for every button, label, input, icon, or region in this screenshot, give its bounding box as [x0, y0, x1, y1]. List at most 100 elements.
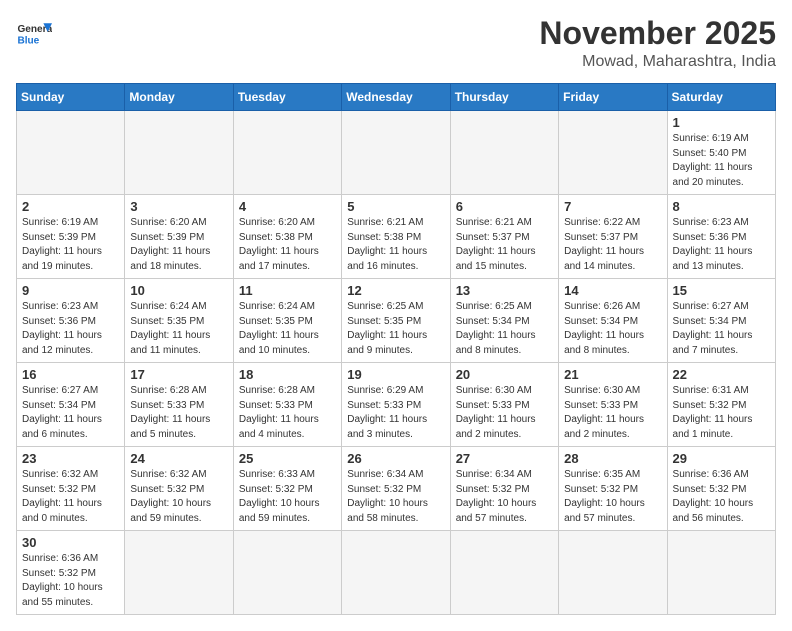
calendar-cell: 25 Sunrise: 6:33 AM Sunset: 5:32 PM Dayli…: [233, 447, 341, 531]
calendar-cell: 2Sunrise: 6:19 AM Sunset: 5:39 PM Daylig…: [17, 195, 125, 279]
calendar-cell: 26Sunrise: 6:34 AM Sunset: 5:32 PM Dayli…: [342, 447, 450, 531]
calendar-cell: [233, 531, 341, 615]
calendar-cell: [450, 111, 558, 195]
weekday-header-wednesday: Wednesday: [342, 84, 450, 111]
day-number: 22: [673, 367, 770, 382]
day-number: 10: [130, 283, 227, 298]
calendar-cell: 14Sunrise: 6:26 AM Sunset: 5:34 PM Dayli…: [559, 279, 667, 363]
day-number: 3: [130, 199, 227, 214]
day-info: Sunrise: 6:34 AM Sunset: 5:32 PM Dayligh…: [347, 468, 444, 526]
calendar-cell: 16 Sunrise: 6:27 AM Sunset: 5:34 PM Dayli…: [17, 363, 125, 447]
calendar-cell: 13Sunrise: 6:25 AM Sunset: 5:34 PM Dayli…: [450, 279, 558, 363]
day-info: Sunrise: 6:23 AM Sunset: 5:36 PM Dayligh…: [22, 300, 119, 358]
day-info: Sunrise: 6:30 AM Sunset: 5:33 PM Dayligh…: [564, 384, 661, 442]
day-number: 29: [673, 451, 770, 466]
calendar-cell: 7 Sunrise: 6:22 AM Sunset: 5:37 PM Daylig…: [559, 195, 667, 279]
day-number: 6: [456, 199, 553, 214]
header: General Blue November 2025 Mowad, Mahara…: [16, 16, 776, 71]
calendar-cell: 24 Sunrise: 6:32 AM Sunset: 5:32 PM Dayli…: [125, 447, 233, 531]
day-info: Sunrise: 6:26 AM Sunset: 5:34 PM Dayligh…: [564, 300, 661, 358]
calendar-cell: 8 Sunrise: 6:23 AM Sunset: 5:36 PM Daylig…: [667, 195, 775, 279]
calendar-cell: [342, 111, 450, 195]
calendar-cell: [125, 531, 233, 615]
day-info: Sunrise: 6:24 AM Sunset: 5:35 PM Dayligh…: [130, 300, 227, 358]
calendar-cell: [125, 111, 233, 195]
calendar-cell: 4Sunrise: 6:20 AM Sunset: 5:38 PM Daylig…: [233, 195, 341, 279]
day-number: 8: [673, 199, 770, 214]
calendar-table: SundayMondayTuesdayWednesdayThursdayFrid…: [16, 83, 776, 615]
calendar-cell: [342, 531, 450, 615]
weekday-header-row: SundayMondayTuesdayWednesdayThursdayFrid…: [17, 84, 776, 111]
calendar-cell: 23 Sunrise: 6:32 AM Sunset: 5:32 PM Dayli…: [17, 447, 125, 531]
day-info: Sunrise: 6:32 AM Sunset: 5:32 PM Dayligh…: [22, 468, 119, 526]
day-number: 4: [239, 199, 336, 214]
logo-icon: General Blue: [16, 16, 52, 52]
calendar-cell: 19Sunrise: 6:29 AM Sunset: 5:33 PM Dayli…: [342, 363, 450, 447]
weekday-header-monday: Monday: [125, 84, 233, 111]
day-info: Sunrise: 6:35 AM Sunset: 5:32 PM Dayligh…: [564, 468, 661, 526]
day-info: Sunrise: 6:34 AM Sunset: 5:32 PM Dayligh…: [456, 468, 553, 526]
calendar-cell: 11 Sunrise: 6:24 AM Sunset: 5:35 PM Dayli…: [233, 279, 341, 363]
calendar-cell: 18 Sunrise: 6:28 AM Sunset: 5:33 PM Dayli…: [233, 363, 341, 447]
day-number: 24: [130, 451, 227, 466]
day-info: Sunrise: 6:32 AM Sunset: 5:32 PM Dayligh…: [130, 468, 227, 526]
day-info: Sunrise: 6:19 AM Sunset: 5:40 PM Dayligh…: [673, 132, 770, 190]
day-info: Sunrise: 6:23 AM Sunset: 5:36 PM Dayligh…: [673, 216, 770, 274]
calendar-cell: 1 Sunrise: 6:19 AM Sunset: 5:40 PM Daylig…: [667, 111, 775, 195]
calendar-cell: 15 Sunrise: 6:27 AM Sunset: 5:34 PM Dayli…: [667, 279, 775, 363]
day-number: 11: [239, 283, 336, 298]
calendar-cell: [559, 531, 667, 615]
day-number: 30: [22, 535, 119, 550]
weekday-header-tuesday: Tuesday: [233, 84, 341, 111]
calendar-cell: 5Sunrise: 6:21 AM Sunset: 5:38 PM Daylig…: [342, 195, 450, 279]
week-row-2: 2Sunrise: 6:19 AM Sunset: 5:39 PM Daylig…: [17, 195, 776, 279]
calendar-cell: 9 Sunrise: 6:23 AM Sunset: 5:36 PM Daylig…: [17, 279, 125, 363]
weekday-header-friday: Friday: [559, 84, 667, 111]
day-number: 21: [564, 367, 661, 382]
day-info: Sunrise: 6:22 AM Sunset: 5:37 PM Dayligh…: [564, 216, 661, 274]
day-number: 19: [347, 367, 444, 382]
day-info: Sunrise: 6:20 AM Sunset: 5:39 PM Dayligh…: [130, 216, 227, 274]
day-number: 7: [564, 199, 661, 214]
calendar-cell: 10 Sunrise: 6:24 AM Sunset: 5:35 PM Dayli…: [125, 279, 233, 363]
day-info: Sunrise: 6:36 AM Sunset: 5:32 PM Dayligh…: [673, 468, 770, 526]
week-row-1: 1 Sunrise: 6:19 AM Sunset: 5:40 PM Daylig…: [17, 111, 776, 195]
day-number: 23: [22, 451, 119, 466]
calendar-cell: 12Sunrise: 6:25 AM Sunset: 5:35 PM Dayli…: [342, 279, 450, 363]
day-info: Sunrise: 6:27 AM Sunset: 5:34 PM Dayligh…: [673, 300, 770, 358]
calendar-cell: 20 Sunrise: 6:30 AM Sunset: 5:33 PM Dayli…: [450, 363, 558, 447]
day-info: Sunrise: 6:33 AM Sunset: 5:32 PM Dayligh…: [239, 468, 336, 526]
day-info: Sunrise: 6:21 AM Sunset: 5:38 PM Dayligh…: [347, 216, 444, 274]
day-info: Sunrise: 6:30 AM Sunset: 5:33 PM Dayligh…: [456, 384, 553, 442]
day-info: Sunrise: 6:28 AM Sunset: 5:33 PM Dayligh…: [130, 384, 227, 442]
calendar-cell: [450, 531, 558, 615]
calendar-cell: 30 Sunrise: 6:36 AM Sunset: 5:32 PM Dayli…: [17, 531, 125, 615]
weekday-header-sunday: Sunday: [17, 84, 125, 111]
calendar-cell: 28 Sunrise: 6:35 AM Sunset: 5:32 PM Dayli…: [559, 447, 667, 531]
calendar-cell: [559, 111, 667, 195]
day-number: 2: [22, 199, 119, 214]
day-number: 9: [22, 283, 119, 298]
day-info: Sunrise: 6:24 AM Sunset: 5:35 PM Dayligh…: [239, 300, 336, 358]
calendar-cell: 3 Sunrise: 6:20 AM Sunset: 5:39 PM Daylig…: [125, 195, 233, 279]
calendar-cell: [233, 111, 341, 195]
day-number: 18: [239, 367, 336, 382]
day-info: Sunrise: 6:36 AM Sunset: 5:32 PM Dayligh…: [22, 552, 119, 610]
day-number: 16: [22, 367, 119, 382]
calendar-cell: 27Sunrise: 6:34 AM Sunset: 5:32 PM Dayli…: [450, 447, 558, 531]
day-number: 15: [673, 283, 770, 298]
week-row-5: 23 Sunrise: 6:32 AM Sunset: 5:32 PM Dayli…: [17, 447, 776, 531]
day-number: 12: [347, 283, 444, 298]
calendar-cell: 21 Sunrise: 6:30 AM Sunset: 5:33 PM Dayli…: [559, 363, 667, 447]
day-info: Sunrise: 6:28 AM Sunset: 5:33 PM Dayligh…: [239, 384, 336, 442]
day-info: Sunrise: 6:31 AM Sunset: 5:32 PM Dayligh…: [673, 384, 770, 442]
day-number: 1: [673, 115, 770, 130]
day-number: 25: [239, 451, 336, 466]
day-number: 20: [456, 367, 553, 382]
svg-text:Blue: Blue: [17, 35, 39, 46]
weekday-header-saturday: Saturday: [667, 84, 775, 111]
calendar-cell: 29 Sunrise: 6:36 AM Sunset: 5:32 PM Dayli…: [667, 447, 775, 531]
day-number: 28: [564, 451, 661, 466]
weekday-header-thursday: Thursday: [450, 84, 558, 111]
day-info: Sunrise: 6:27 AM Sunset: 5:34 PM Dayligh…: [22, 384, 119, 442]
